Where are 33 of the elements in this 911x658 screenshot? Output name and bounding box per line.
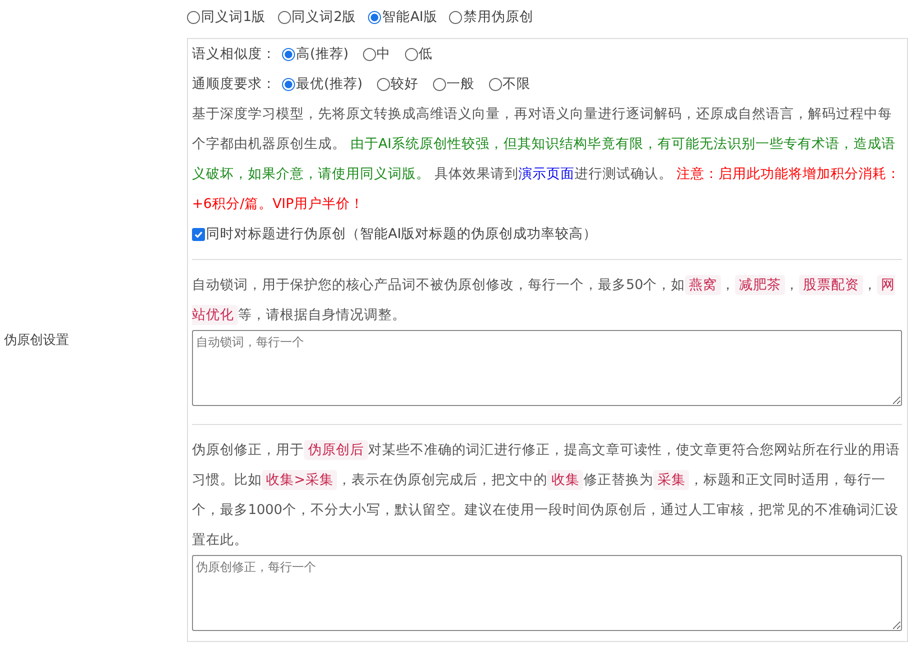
mode-label[interactable]: 智能AI版 xyxy=(382,8,438,26)
radio-button[interactable] xyxy=(362,48,376,60)
demo-link[interactable]: 演示页面 xyxy=(518,166,574,182)
radio-button[interactable] xyxy=(187,10,200,24)
mode-label[interactable]: 禁用伪原创 xyxy=(463,8,534,26)
option-label[interactable]: 高(推荐) xyxy=(296,45,349,63)
checkbox-label[interactable]: 同时对标题进行伪原创（智能AI版对标题的伪原创成功率较高） xyxy=(206,225,598,243)
radio-button[interactable] xyxy=(404,48,418,60)
radio-button[interactable] xyxy=(278,10,291,24)
checkbox[interactable] xyxy=(192,228,205,240)
radio-button[interactable] xyxy=(488,78,502,90)
corrections-field[interactable]: 伪原创修正，每行一个 xyxy=(192,555,902,631)
option-label[interactable]: 中 xyxy=(376,45,391,63)
radio-button[interactable] xyxy=(432,78,446,90)
description-text: 自动锁词，用于保护您的核心产品词不被伪原创修改，每行一个，最多50个，如 燕窝 ， 减肥茶 ， 股票配资 ， 网站优化 等，请根据自身情况调整。 xyxy=(192,274,896,327)
option-label[interactable]: 低 xyxy=(418,45,433,63)
radio-button[interactable] xyxy=(282,48,295,60)
settings-label: 伪原创设置 xyxy=(3,332,70,349)
option-label[interactable]: 最优(推荐) xyxy=(296,75,363,93)
radio-button[interactable] xyxy=(282,78,295,90)
description-text: 基于深度学习模型，先将原文转换成高维语义向量，再对语义向量进行逐词解码，还原成自然语言，解码过程中每个字都由机器原创生成。 由于AI系统原创性较强，但其知识结构毕竟有限，有可能无法识别一些专有术语，造成语义破坏，如果介意，请使用同义词版。 具体效果请到演示页面进行测试确认。 注意：启用此功能将增加积分消耗：+6积分/篇。VIP用户半价！ xyxy=(192,105,902,214)
option-label: 通顺度要求： xyxy=(192,75,276,93)
option-label[interactable]: 不限 xyxy=(502,75,531,93)
radio-button[interactable] xyxy=(368,10,382,24)
option-label: 语义相似度： xyxy=(192,45,276,63)
mode-label[interactable]: 同义词2版 xyxy=(292,8,356,26)
description-text: 伪原创修正，用于 伪原创后 对某些不准确的词汇进行修正，提高文章可读性，使文章更符合您网站所在行业的用语习惯。比如 收集>采集 ，表示在伪原创完成后，把文中的 收集 修正替换为 采集 ，标题和正文同时适用，每行一个，最多1000个，不分大小写，默认留空。建议在使用一段时间伪原创后，通过人工审核，把常见的不准确词汇设置在此。 xyxy=(192,439,901,550)
lock-words-field[interactable]: 自动锁词，每行一个 xyxy=(192,330,902,406)
option-label[interactable]: 一般 xyxy=(446,75,475,93)
radio-button[interactable] xyxy=(449,10,462,24)
radio-button[interactable] xyxy=(376,78,390,90)
mode-label[interactable]: 同义词1版 xyxy=(201,8,266,26)
option-label[interactable]: 较好 xyxy=(390,75,419,93)
